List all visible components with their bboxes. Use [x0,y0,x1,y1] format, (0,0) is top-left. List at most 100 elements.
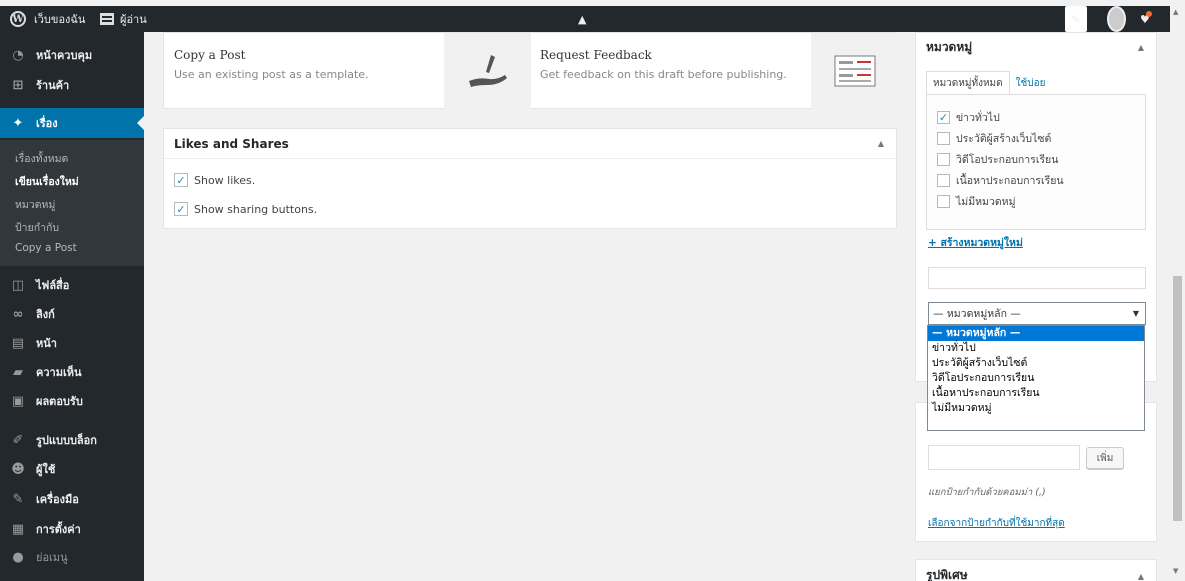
sidebar-item-label: หน้าควบคุม [36,49,93,62]
submenu-add-new[interactable]: เขียนเรื่องใหม่ [15,173,79,190]
add-tag-button[interactable]: เพิ่ม [1086,447,1124,469]
feedback-icon: ▣ [11,393,25,409]
dropdown-option[interactable]: วิดีโอประกอบการเรียน [928,371,1144,386]
likes-shares-title: Likes and Shares [174,136,289,151]
add-new-category-link[interactable]: + สร้างหมวดหมู่ใหม่ [928,234,1023,251]
dropdown-option[interactable]: ไม่มีหมวดหมู่ [928,401,1144,416]
submenu-all-posts[interactable]: เรื่องทั้งหมด [15,150,68,167]
likes-shares-box: Likes and Shares ▲ ✓ Show likes. ✓ Show … [163,128,897,229]
collapse-icon: ● [12,549,24,565]
comment-icon: ▰ [13,364,23,380]
request-feedback-description: Get feedback on this draft before publis… [540,68,787,81]
sidebar-item-appearance[interactable]: ✐ รูปแบบบล็อก [0,425,144,455]
category-checkbox[interactable] [937,153,950,166]
post-tools-cards: Copy a Post Use an existing post as a te… [163,32,898,109]
appearance-icon: ✐ [12,432,24,448]
avatar[interactable] [1107,6,1126,32]
collapse-toggle-icon[interactable]: ▲ [1138,572,1144,581]
sidebar-item-label: ย่อเมนู [36,551,68,564]
scroll-down-arrow-icon[interactable]: ▼ [1173,567,1178,575]
categories-checklist: ✓ ข่าวทั่วไป ประวัติผู้สร้างเว็บไซต์ วิด… [926,94,1146,230]
tab-all-categories[interactable]: หมวดหมู่ทั้งหมด [926,71,1010,95]
dropdown-option[interactable]: ประวัติผู้สร้างเว็บไซต์ [928,356,1144,371]
category-item[interactable]: ประวัติผู้สร้างเว็บไซต์ [937,130,1051,147]
submenu-categories[interactable]: หมวดหมู่ [15,196,55,213]
reader-icon [100,13,114,25]
choose-most-used-tags-link[interactable]: เลือกจากป้ายกำกับที่ใช้มากที่สุด [928,516,1065,531]
wordpress-logo-icon: W [10,11,26,27]
posts-submenu: เรื่องทั้งหมด เขียนเรื่องใหม่ หมวดหมู่ ป… [0,140,144,266]
site-name-link[interactable]: เว็บของฉัน [34,6,85,32]
categories-header[interactable]: หมวดหมู่ ▲ [916,33,1156,61]
category-checkbox[interactable] [937,174,950,187]
submenu-tags[interactable]: ป้ายกำกับ [15,219,59,236]
copy-post-description: Use an existing post as a template. [174,68,369,81]
new-tag-input[interactable] [928,445,1080,470]
submenu-copy-post[interactable]: Copy a Post [15,242,77,254]
notifications-icon[interactable]: ♥ [1140,6,1152,32]
sidebar-item-store[interactable]: ⊞ ร้านค้า [0,70,144,100]
category-item[interactable]: ไม่มีหมวดหมู่ [937,193,1016,210]
sidebar-item-label: รูปแบบบล็อก [36,434,97,447]
page-scrollbar[interactable]: ▲ ▼ [1170,6,1185,581]
sidebar-item-media[interactable]: ◫ ไฟล์สื่อ [0,270,144,300]
sidebar-item-settings[interactable]: ▦ การตั้งค่า [0,514,144,544]
sidebar-item-label: เครื่องมือ [36,493,79,506]
page-icon: ▤ [11,335,25,351]
tab-most-used[interactable]: ใช้บ่อย [1010,71,1052,95]
dropdown-option[interactable]: ข่าวทั่วไป [928,341,1144,356]
show-likes-checkbox[interactable]: ✓ [174,173,188,187]
sidebar-item-label: ไฟล์สื่อ [36,279,70,292]
reader-link[interactable]: ผู้อ่าน [100,6,147,32]
category-label: ไม่มีหมวดหมู่ [956,196,1016,208]
category-item[interactable]: วิดีโอประกอบการเรียน [937,151,1058,168]
category-checkbox[interactable] [937,195,950,208]
sidebar-item-users[interactable]: ☻ ผู้ใช้ [0,454,144,484]
show-likes-option[interactable]: ✓ Show likes. [174,173,255,187]
link-icon: ∞ [12,306,24,322]
sidebar-item-label: เรื่อง [36,117,58,130]
sidebar-item-dashboard[interactable]: ◔ หน้าควบคุม [0,40,144,70]
featured-image-title: รูปพิเศษ [926,567,968,581]
scroll-up-arrow-icon[interactable]: ▲ [1173,8,1178,16]
write-post-button[interactable]: ✎ [1065,6,1087,32]
tools-icon: ✎ [12,491,24,507]
sidebar-item-label: ร้านค้า [36,79,70,92]
wordpress-logo-button[interactable]: W [10,6,30,32]
sidebar-item-feedback[interactable]: ▣ ผลตอบรับ [0,386,144,416]
dropdown-option[interactable]: — หมวดหมู่หลัก — [928,326,1144,341]
show-sharing-checkbox[interactable]: ✓ [174,202,188,216]
scrollbar-thumb[interactable] [1173,276,1182,521]
dashboard-icon: ◔ [12,47,24,63]
copy-post-card[interactable]: Copy a Post Use an existing post as a te… [164,33,531,109]
sidebar-item-pages[interactable]: ▤ หน้า [0,328,144,358]
parent-category-select[interactable]: — หมวดหมู่หลัก — ▼ [928,302,1146,325]
request-feedback-card[interactable]: Request Feedback Get feedback on this dr… [531,33,898,109]
copy-post-illustration [444,33,531,109]
document-review-icon [834,55,875,87]
parent-category-selected: — หมวดหมู่หลัก — [933,308,1021,320]
category-label: ประวัติผู้สร้างเว็บไซต์ [956,133,1052,145]
featured-image-header[interactable]: รูปพิเศษ ▲ [916,560,1156,581]
category-item[interactable]: เนื้อหาประกอบการเรียน [937,172,1064,189]
category-checkbox[interactable]: ✓ [937,111,950,124]
dropdown-option[interactable]: เนื้อหาประกอบการเรียน [928,386,1144,401]
collapse-toggle-icon[interactable]: ▲ [878,139,884,148]
sidebar-item-links[interactable]: ∞ ลิงก์ [0,299,144,329]
sidebar-item-tools[interactable]: ✎ เครื่องมือ [0,484,144,514]
category-checkbox[interactable] [937,132,950,145]
category-label: ข่าวทั่วไป [956,112,1000,124]
collapse-arrow-icon[interactable]: ▲ [578,6,586,32]
collapse-toggle-icon[interactable]: ▲ [1138,43,1144,52]
categories-tabs: หมวดหมู่ทั้งหมด ใช้บ่อย [926,71,1052,95]
new-category-name-input[interactable] [928,267,1146,289]
sidebar-item-label: ลิงก์ [36,308,55,321]
show-likes-label: Show likes. [194,173,256,187]
likes-shares-header[interactable]: Likes and Shares ▲ [164,129,896,159]
sidebar-item-posts[interactable]: ✦ เรื่อง [0,108,144,138]
sidebar-item-comments[interactable]: ▰ ความเห็น [0,357,144,387]
sidebar-item-label: การตั้งค่า [36,523,81,536]
sidebar-collapse-menu[interactable]: ● ย่อเมนู [0,542,144,572]
show-sharing-option[interactable]: ✓ Show sharing buttons. [174,202,317,216]
category-item[interactable]: ✓ ข่าวทั่วไป [937,109,1000,126]
